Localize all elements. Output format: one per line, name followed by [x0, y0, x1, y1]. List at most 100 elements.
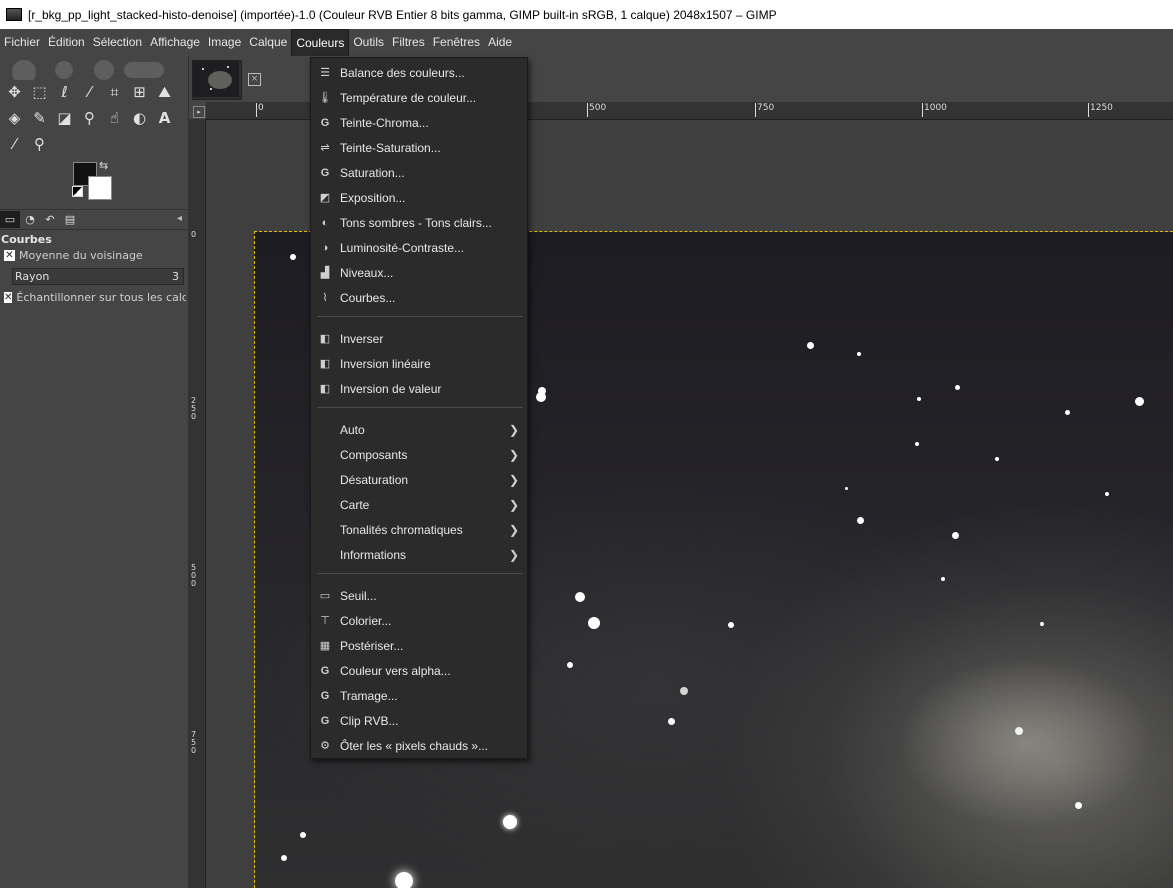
move-tool-icon[interactable]: ✥	[2, 80, 27, 104]
posterize-icon: ▦	[319, 640, 331, 652]
swap-colors-icon[interactable]: ⇆	[99, 159, 108, 172]
menu-image[interactable]: Image	[204, 29, 245, 56]
rect-select-tool-icon[interactable]: ⬚	[27, 80, 52, 104]
menu-item-label: Inverser	[340, 331, 384, 346]
color-picker-tool-icon[interactable]: ⁄	[2, 132, 27, 156]
menu-item-label: Désaturation	[340, 472, 409, 487]
menu-item-color-to-alpha[interactable]: G Couleur vers alpha...	[311, 658, 527, 683]
radius-spinner[interactable]: Rayon 3	[12, 268, 184, 285]
menu-item-hue-saturation[interactable]: ⇌ Teinte-Saturation...	[311, 135, 527, 160]
menu-item-hot-pixels[interactable]: ⚙ Ôter les « pixels chauds »...	[311, 733, 527, 758]
menu-item-label: Luminosité-Contraste...	[340, 240, 465, 255]
menu-item-map[interactable]: Carte ❯	[311, 492, 527, 517]
dock-menu-icon[interactable]: ◂	[177, 213, 182, 224]
paintbrush-tool-icon[interactable]: ✎	[27, 106, 52, 130]
menu-item-label: Couleur vers alpha...	[340, 663, 451, 678]
toolbox: ✥ ⬚ ℓ ⁄ ⌗ ⊞ ⛰ ◈ ✎ ◪ ⚲ ☝ ◐ A ⁄ ⚲ ⇆ ▭ ◔ ↶ …	[0, 56, 188, 888]
clone-tool-icon[interactable]: ⚲	[77, 106, 102, 130]
menu-item-value-invert[interactable]: ◧ Inversion de valeur	[311, 376, 527, 401]
star	[567, 662, 573, 668]
empty-icon-slot	[318, 473, 332, 487]
vertical-ruler[interactable]: 0 250 500 750	[189, 119, 206, 888]
text-tool-icon[interactable]: A	[152, 106, 177, 130]
sample-merged-row[interactable]: ✕ Échantillonner sur tous les calques	[0, 291, 186, 304]
eraser-tool-icon[interactable]: ◪	[52, 106, 77, 130]
menu-item-hue-chroma[interactable]: G Teinte-Chroma...	[311, 110, 527, 135]
menu-item-brightness-contrast[interactable]: ◑ Luminosité-Contraste...	[311, 235, 527, 260]
menu-calque[interactable]: Calque	[245, 29, 291, 56]
zoom-tool-icon[interactable]: ⚲	[27, 132, 52, 156]
sample-average-checkbox[interactable]: ✕	[4, 250, 15, 261]
gegl-icon: G	[320, 689, 330, 702]
unified-transform-tool-icon[interactable]: ⊞	[127, 80, 152, 104]
image-tab-thumbnail[interactable]	[192, 60, 242, 100]
menu-item-info[interactable]: Informations ❯	[311, 542, 527, 567]
fuzzy-select-tool-icon[interactable]: ⁄	[77, 80, 102, 104]
image-tab-close-icon[interactable]: ×	[248, 73, 261, 86]
menu-item-levels[interactable]: ▟ Niveaux...	[311, 260, 527, 285]
menu-item-label: Température de couleur...	[340, 90, 477, 105]
shadows-highlights-icon: ◐	[321, 216, 329, 229]
star	[290, 254, 296, 260]
menu-item-linear-invert[interactable]: ◧ Inversion linéaire	[311, 351, 527, 376]
menu-item-shadows-highlights[interactable]: ◐ Tons sombres - Tons clairs...	[311, 210, 527, 235]
menu-item-colorize[interactable]: ⊤ Colorier...	[311, 608, 527, 633]
star	[536, 392, 546, 402]
gegl-icon: G	[320, 714, 330, 727]
menu-affichage[interactable]: Affichage	[146, 29, 204, 56]
radius-label: Rayon	[15, 270, 50, 283]
menu-item-posterize[interactable]: ▦ Postériser...	[311, 633, 527, 658]
menu-separator	[317, 573, 523, 574]
menu-item-auto[interactable]: Auto ❯	[311, 417, 527, 442]
menu-item-label: Tonalités chromatiques	[340, 522, 463, 537]
star	[300, 832, 306, 838]
menu-item-rgb-clip[interactable]: G Clip RVB...	[311, 708, 527, 733]
warp-transform-tool-icon[interactable]: ⛰	[152, 80, 177, 104]
background-color-swatch[interactable]	[88, 176, 112, 200]
menu-item-label: Exposition...	[340, 190, 406, 205]
smudge-tool-icon[interactable]: ☝	[102, 106, 127, 130]
menu-item-color-temperature[interactable]: 🌡︎ Température de couleur...	[311, 85, 527, 110]
lasso-tool-icon[interactable]: ℓ	[52, 80, 77, 104]
menu-item-tone-mapping[interactable]: Tonalités chromatiques ❯	[311, 517, 527, 542]
menu-couleurs[interactable]: Couleurs	[291, 29, 350, 56]
quick-mask-toggle-icon[interactable]: ▸	[193, 106, 205, 118]
menu-selection[interactable]: Sélection	[89, 29, 146, 56]
menu-filtres[interactable]: Filtres	[388, 29, 429, 56]
menu-item-saturation[interactable]: G Saturation...	[311, 160, 527, 185]
crop-tool-icon[interactable]: ⌗	[102, 80, 127, 104]
menu-edition[interactable]: Édition	[44, 29, 89, 56]
sample-merged-checkbox[interactable]: ✕	[4, 292, 13, 303]
menu-fichier[interactable]: Fichier	[0, 29, 44, 56]
menu-fenetres[interactable]: Fenêtres	[429, 29, 484, 56]
star	[1075, 802, 1082, 809]
menu-item-label: Informations	[340, 547, 407, 562]
menu-aide[interactable]: Aide	[484, 29, 516, 56]
tool-options-tab-icon[interactable]: ▭	[0, 211, 20, 228]
images-tab-icon[interactable]: ▤	[60, 211, 80, 228]
chevron-right-icon: ❯	[509, 522, 520, 537]
star	[1135, 397, 1144, 406]
star	[857, 352, 861, 356]
menu-item-curves[interactable]: ⌇ Courbes...	[311, 285, 527, 310]
menu-item-color-balance[interactable]: ☰ Balance des couleurs...	[311, 60, 527, 85]
dodge-burn-tool-icon[interactable]: ◐	[127, 106, 152, 130]
menu-outils[interactable]: Outils	[349, 29, 388, 56]
menu-item-threshold[interactable]: ▭ Seuil...	[311, 583, 527, 608]
sample-average-row[interactable]: ✕ Moyenne du voisinage	[0, 249, 186, 262]
menu-item-desaturate[interactable]: Désaturation ❯	[311, 467, 527, 492]
bucket-fill-tool-icon[interactable]: ◈	[2, 106, 27, 130]
menu-item-label: Teinte-Saturation...	[340, 140, 441, 155]
menu-item-dither[interactable]: G Tramage...	[311, 683, 527, 708]
hruler-tick-label: 1000	[922, 103, 947, 117]
sample-merged-label: Échantillonner sur tous les calques	[16, 291, 186, 304]
empty-icon-slot	[318, 523, 332, 537]
menu-item-exposure[interactable]: ◩ Exposition...	[311, 185, 527, 210]
menu-item-components[interactable]: Composants ❯	[311, 442, 527, 467]
menu-item-invert[interactable]: ◧ Inverser	[311, 326, 527, 351]
colorize-icon: ⊤	[320, 615, 330, 627]
default-colors-icon[interactable]	[72, 186, 83, 197]
undo-history-tab-icon[interactable]: ↶	[40, 211, 60, 228]
device-status-tab-icon[interactable]: ◔	[20, 211, 40, 228]
gegl-icon: G	[320, 116, 330, 129]
